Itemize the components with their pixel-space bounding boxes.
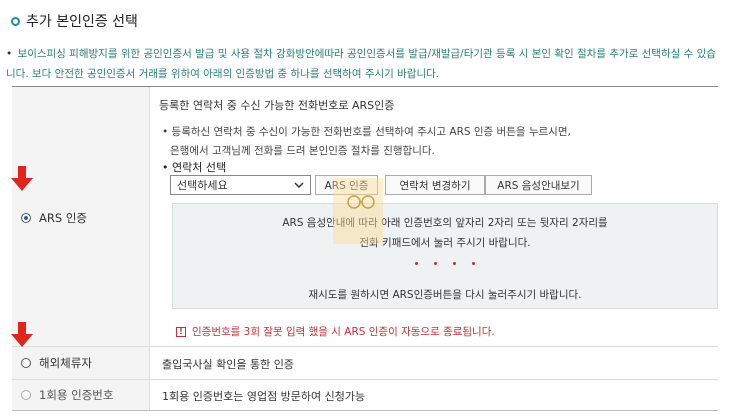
red-down-arrow-icon <box>11 322 33 347</box>
option-ars[interactable]: ARS 인증 <box>21 210 87 226</box>
contact-select-label: • 연락처 선택 <box>162 161 227 174</box>
contact-select[interactable]: 선택하세요 <box>170 175 311 195</box>
ars-radio[interactable] <box>21 213 31 223</box>
onetime-description: 1회용 인증번호는 영업점 방문하여 신청가능 <box>162 390 366 403</box>
onetime-label[interactable]: 1회용 인증번호 <box>39 387 113 403</box>
auth-code-placeholder <box>173 262 717 265</box>
row-divider <box>12 346 718 347</box>
ars-label[interactable]: ARS 인증 <box>39 210 87 226</box>
glasses-icon <box>347 195 375 209</box>
ars-description: • 등록하신 연락처 중 수신이 가능한 전화번호를 선택하여 주시고 ARS … <box>162 123 571 161</box>
guide-line-2: 전화 키패드에서 눌러 주시기 바랍니다. <box>359 237 531 249</box>
page-title: 추가 본인인증 선택 <box>26 14 138 30</box>
auth-options-table: ARS 인증 등록한 연락처 중 수신 가능한 전화번호로 ARS인증 • 등록… <box>12 86 718 411</box>
overseas-radio[interactable] <box>21 358 31 368</box>
guide-line-1: ARS 음성안내에 따라 아래 인증번호의 앞자리 2자리 또는 뒷자리 2자리… <box>282 217 608 229</box>
chevron-down-icon <box>294 182 304 189</box>
notice-text: • 보이스피싱 피해방지를 위한 공인인증서 발급 및 사용 절차 강화방안에따… <box>6 44 722 84</box>
warning-text: 인증번호를 3회 잘못 입력 했을 시 ARS 인증이 자동으로 종료됩니다. <box>192 326 495 338</box>
code-dot <box>472 262 475 265</box>
change-contact-button[interactable]: 연락처 변경하기 <box>385 175 485 195</box>
code-dot <box>453 262 456 265</box>
option-onetime[interactable]: 1회용 인증번호 <box>21 387 113 403</box>
voice-guide-button[interactable]: ARS 음성안내보기 <box>485 175 592 195</box>
contact-select-value: 선택하세요 <box>177 179 228 192</box>
bullet-circle-icon <box>11 16 20 26</box>
notice-bullet: • <box>6 48 13 60</box>
red-down-arrow-icon <box>11 166 33 191</box>
option-overseas[interactable]: 해외체류자 <box>21 355 92 371</box>
overseas-label[interactable]: 해외체류자 <box>39 355 92 371</box>
row-divider <box>12 379 718 380</box>
ars-guide-box: ARS 음성안내에 따라 아래 인증번호의 앞자리 2자리 또는 뒷자리 2자리… <box>172 203 718 309</box>
section-title: 추가 본인인증 선택 <box>11 11 138 31</box>
code-dot <box>415 262 418 265</box>
overseas-description: 출입국사실 확인을 통한 인증 <box>162 358 294 371</box>
notice-body: 보이스피싱 피해방지를 위한 공인인증서 발급 및 사용 절차 강화방안에따라 … <box>6 48 716 80</box>
ars-desc-line1: • 등록하신 연락처 중 수신이 가능한 전화번호를 선택하여 주시고 ARS … <box>162 126 571 138</box>
warning-icon: ! <box>176 326 186 337</box>
onetime-radio[interactable] <box>21 390 31 400</box>
code-dot <box>434 262 437 265</box>
ars-heading: 등록한 연락처 중 수신 가능한 전화번호로 ARS인증 <box>159 99 395 112</box>
ars-warning: ! 인증번호를 3회 잘못 입력 했을 시 ARS 인증이 자동으로 종료됩니다… <box>176 324 495 339</box>
guide-line-3: 재시도를 원하시면 ARS인증버튼을 다시 눌러주시기 바랍니다. <box>308 289 582 301</box>
